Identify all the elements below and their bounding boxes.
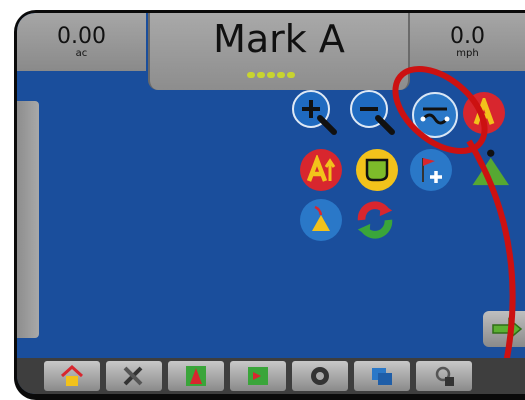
guidance-button[interactable] bbox=[168, 361, 224, 391]
left-side-panel-tab[interactable] bbox=[17, 101, 39, 338]
marker-green-button[interactable] bbox=[467, 145, 509, 187]
gnss-icon bbox=[311, 367, 329, 385]
zoom-out-icon bbox=[360, 107, 395, 135]
home-icon bbox=[60, 365, 84, 386]
add-marker-point-icon bbox=[422, 158, 442, 183]
a-plus-nudge-icon bbox=[306, 155, 336, 182]
last-pass-icon bbox=[312, 205, 330, 231]
mark-a-point-button[interactable] bbox=[463, 92, 505, 134]
speed-value: 0.0 bbox=[450, 24, 485, 49]
zoom-in-button[interactable] bbox=[292, 90, 337, 135]
mark-a-point-icon bbox=[473, 98, 495, 125]
bottom-taskbar bbox=[17, 358, 525, 394]
guideline-title-tab[interactable]: Mark A bbox=[148, 13, 410, 90]
zoom-in-icon bbox=[302, 100, 337, 135]
a-plus-nudge-button[interactable] bbox=[300, 149, 342, 191]
gnss-button[interactable] bbox=[292, 361, 348, 391]
page-indicator-dots bbox=[247, 72, 295, 78]
guidance-screen: 0.00 ac 0.0 mph Mark A bbox=[17, 13, 525, 394]
zoom-out-button[interactable] bbox=[350, 90, 395, 135]
speed-stat[interactable]: 0.0 mph bbox=[408, 13, 525, 71]
system-icon bbox=[372, 368, 392, 385]
lock-button[interactable] bbox=[416, 361, 472, 391]
tools-button[interactable] bbox=[106, 361, 162, 391]
refresh-view-icon bbox=[357, 201, 393, 239]
area-stat[interactable]: 0.00 ac bbox=[17, 13, 146, 71]
boundary-icon bbox=[365, 158, 389, 182]
next-panel-button[interactable] bbox=[483, 311, 525, 347]
speed-unit: mph bbox=[456, 48, 479, 59]
guidance-mode-icon bbox=[420, 107, 450, 125]
guideline-title: Mark A bbox=[213, 17, 345, 61]
mapping-button[interactable] bbox=[230, 361, 286, 391]
home-button[interactable] bbox=[44, 361, 100, 391]
area-value: 0.00 bbox=[57, 24, 106, 49]
last-pass-button[interactable] bbox=[300, 199, 342, 241]
system-button[interactable] bbox=[354, 361, 410, 391]
marker-green-icon bbox=[472, 149, 509, 186]
add-marker-point-button[interactable] bbox=[410, 149, 452, 191]
mapping-icon bbox=[248, 367, 268, 385]
lock-icon bbox=[435, 366, 454, 386]
guidance-mode-button[interactable] bbox=[412, 92, 458, 138]
refresh-view-button[interactable] bbox=[354, 199, 396, 241]
right-arrow-icon bbox=[492, 317, 523, 341]
boundary-button[interactable] bbox=[356, 149, 398, 191]
tools-icon bbox=[123, 366, 143, 386]
area-unit: ac bbox=[75, 48, 88, 59]
guidance-icon bbox=[186, 366, 206, 386]
